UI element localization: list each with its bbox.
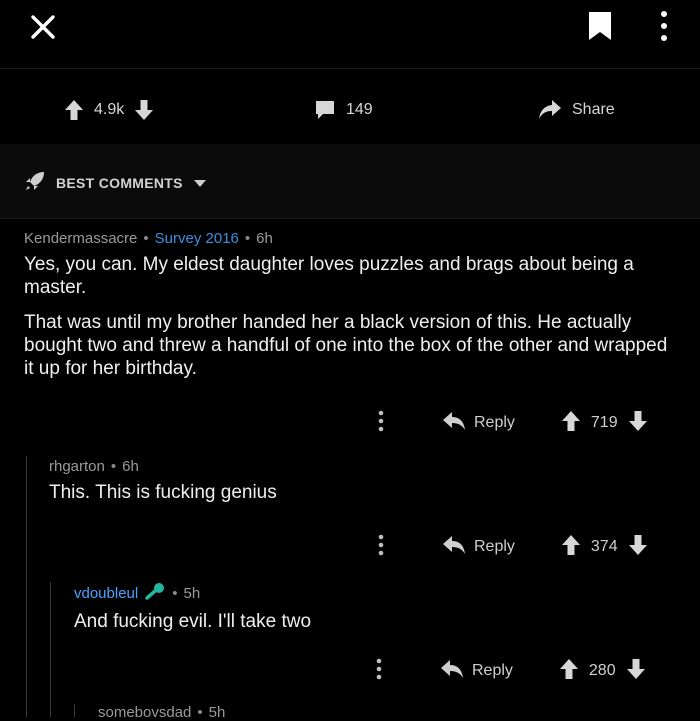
separator-dot: •: [244, 230, 251, 247]
comment-actions: Reply 374: [378, 532, 648, 562]
comment-body: Yes, you can. My eldest daughter loves p…: [24, 253, 680, 380]
comment-paragraph: And fucking evil. I'll take two: [74, 611, 312, 632]
chevron-down-icon: [193, 175, 207, 191]
reply-icon: [442, 411, 466, 436]
upvote-icon[interactable]: [559, 658, 579, 685]
comment-meta: vdoubleul • 5h: [74, 582, 680, 604]
comment-paragraph: This. This is fucking genius: [49, 482, 277, 503]
comment-age: 5h: [183, 584, 201, 602]
comments-button[interactable]: 149: [314, 96, 373, 124]
comment-count: 149: [346, 101, 373, 118]
comment-age: 5h: [208, 704, 226, 721]
comment-paragraph: Yes, you can. My eldest daughter loves p…: [24, 254, 634, 298]
post-score: 4.9k: [94, 101, 125, 118]
downvote-icon[interactable]: [134, 99, 154, 121]
comment-meta: rhgarton • 6h: [49, 458, 679, 475]
share-button[interactable]: Share: [538, 96, 615, 124]
more-options-icon[interactable]: [378, 410, 384, 437]
reply-button[interactable]: Reply: [440, 659, 513, 684]
reply-button[interactable]: Reply: [442, 411, 515, 436]
share-label: Share: [572, 101, 615, 118]
comment-meta: Kendermassacre • Survey 2016 • 6h: [24, 230, 680, 247]
post-actions: 4.9k 149 Share: [0, 70, 700, 144]
comment-paragraph: That was until my brother handed her a b…: [24, 312, 668, 379]
upvote-icon[interactable]: [561, 534, 581, 561]
comment-icon: [314, 99, 336, 121]
sort-label: BEST COMMENTS: [56, 174, 183, 191]
upvote-icon[interactable]: [561, 410, 581, 437]
post-vote: 4.9k: [64, 96, 154, 124]
comment-score: 280: [588, 662, 616, 679]
rocket-icon: [24, 170, 46, 195]
comment: vdoubleul • 5h And fucking evil. I'll ta…: [74, 582, 680, 645]
comment-score: 374: [590, 538, 618, 555]
comment-body: This. This is fucking genius: [49, 481, 679, 504]
comment: rhgarton • 6h This. This is fucking geni…: [49, 458, 679, 516]
comment-sort-bar[interactable]: BEST COMMENTS: [0, 144, 700, 219]
comment: Kendermassacre • Survey 2016 • 6h Yes, y…: [24, 230, 680, 392]
reply-icon: [440, 659, 464, 684]
reply-label: Reply: [472, 662, 513, 679]
share-icon: [538, 99, 562, 121]
comment-age: 6h: [256, 230, 273, 247]
downvote-icon[interactable]: [628, 410, 648, 437]
separator-dot: •: [172, 584, 178, 602]
comment-author[interactable]: somebovsdad: [98, 704, 191, 721]
more-options-icon[interactable]: [378, 534, 384, 561]
thread-line[interactable]: [74, 704, 75, 717]
comment-author[interactable]: rhgarton: [49, 458, 105, 475]
comment-meta: somebovsdad • 5h: [98, 704, 678, 721]
comment-age: 6h: [122, 458, 139, 475]
comment: somebovsdad • 5h: [98, 704, 678, 721]
comment-score: 719: [590, 414, 618, 431]
reply-label: Reply: [474, 414, 515, 431]
comment-author[interactable]: vdoubleul: [74, 585, 138, 602]
comment-author[interactable]: Kendermassacre: [24, 230, 137, 247]
comment-body: And fucking evil. I'll take two: [74, 610, 680, 633]
separator-dot: •: [143, 230, 149, 247]
reply-button[interactable]: Reply: [442, 535, 515, 560]
separator-dot: •: [197, 704, 203, 721]
user-flair: Survey 2016: [154, 230, 239, 247]
close-icon[interactable]: [28, 12, 58, 42]
more-options-icon[interactable]: [376, 658, 382, 685]
comment-actions: Reply 280: [376, 656, 646, 686]
more-options-icon[interactable]: [650, 8, 678, 44]
reply-icon: [442, 535, 466, 560]
reply-label: Reply: [474, 538, 515, 555]
top-bar: [0, 0, 700, 69]
comment-actions: Reply 719: [378, 408, 648, 438]
bookmark-icon[interactable]: [586, 10, 614, 42]
thread-line[interactable]: [50, 582, 51, 717]
separator-dot: •: [110, 458, 117, 475]
user-badge-icon: [144, 582, 166, 604]
thread-line[interactable]: [26, 456, 27, 717]
downvote-icon[interactable]: [626, 658, 646, 685]
downvote-icon[interactable]: [628, 534, 648, 561]
upvote-icon[interactable]: [64, 99, 84, 121]
